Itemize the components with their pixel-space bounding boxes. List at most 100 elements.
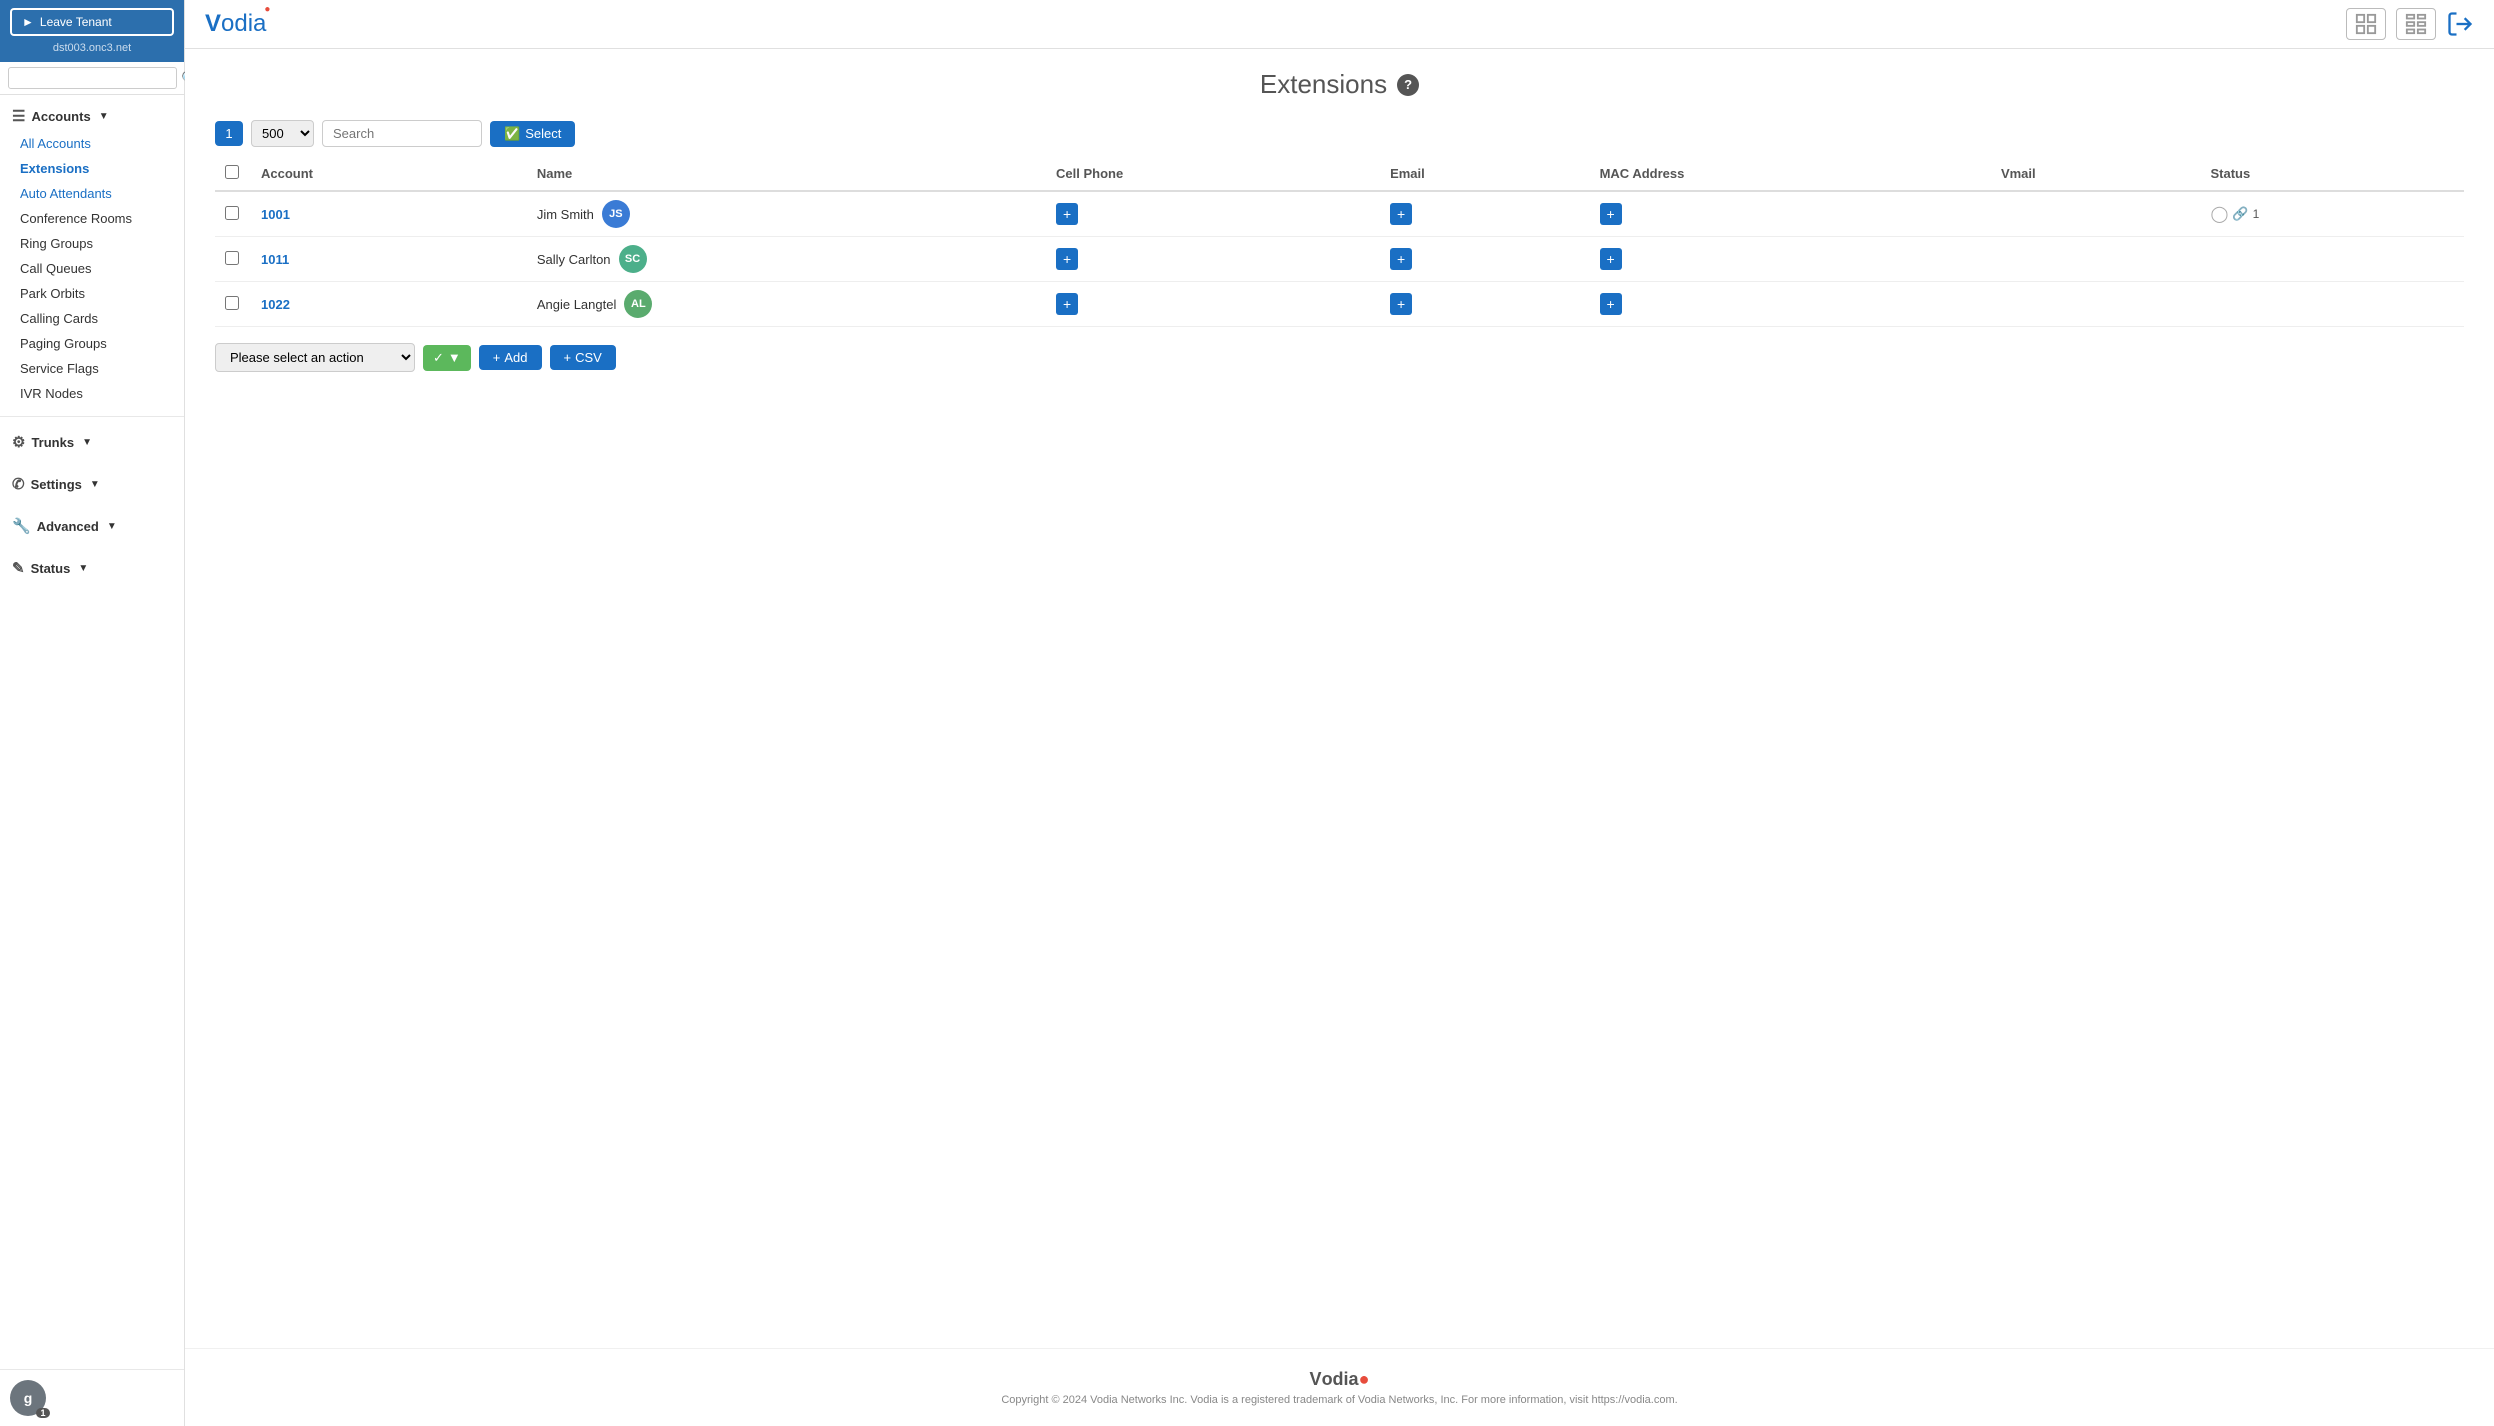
extensions-table: Account Name Cell Phone Email MAC Addres… — [215, 157, 2464, 327]
add-email-1011[interactable]: + — [1390, 248, 1412, 270]
advanced-icon: 🔧 — [12, 517, 31, 535]
row-checkbox-1001[interactable] — [225, 206, 239, 220]
accounts-icon: ☰ — [12, 107, 25, 125]
row-cell-phone-1022: + — [1046, 282, 1380, 327]
footer-logo-dot: ● — [1359, 1369, 1370, 1389]
sidebar-item-paging-groups[interactable]: Paging Groups — [0, 331, 184, 356]
row-vmail-1001 — [1991, 191, 2201, 237]
row-email-1001: + — [1380, 191, 1590, 237]
row-checkbox-cell — [215, 282, 251, 327]
logo-dot-icon: ● — [264, 4, 270, 15]
sidebar-item-conference-rooms[interactable]: Conference Rooms — [0, 206, 184, 231]
row-account-cell: 1011 — [251, 237, 527, 282]
add-cell-phone-1001[interactable]: + — [1056, 203, 1078, 225]
status-icons-1001: ◯ 🔗 1 — [2210, 204, 2454, 224]
add-cell-phone-1011[interactable]: + — [1056, 248, 1078, 270]
sidebar-item-call-queues[interactable]: Call Queues — [0, 256, 184, 281]
page-footer: Vodia● Copyright © 2024 Vodia Networks I… — [185, 1348, 2494, 1426]
sidebar-trunks-group[interactable]: ⚙ Trunks ▼ — [0, 427, 184, 457]
main-content: Extensions ? 1 500 100 250 1000 ✅ Select — [185, 49, 2494, 1348]
row-name-cell: Jim Smith JS — [527, 191, 1046, 237]
row-cell-phone-1001: + — [1046, 191, 1380, 237]
add-email-1001[interactable]: + — [1390, 203, 1412, 225]
apply-caret: ▼ — [448, 350, 461, 365]
row-checkbox-1022[interactable] — [225, 296, 239, 310]
logout-button[interactable] — [2446, 10, 2474, 38]
col-mac-address: MAC Address — [1590, 157, 1991, 191]
col-checkbox — [215, 157, 251, 191]
logout-icon — [2446, 10, 2474, 38]
sidebar-item-service-flags[interactable]: Service Flags — [0, 356, 184, 381]
row-vmail-1022 — [1991, 282, 2201, 327]
footer-logo-v: V — [1310, 1369, 1322, 1389]
action-select[interactable]: Please select an action — [215, 343, 415, 372]
select-checkmark-icon: ✅ — [504, 126, 520, 142]
status-circle-icon-1001: ◯ — [2210, 204, 2228, 224]
search-input[interactable] — [322, 120, 482, 147]
leave-tenant-button[interactable]: ► Leave Tenant — [10, 8, 174, 36]
sidebar-search-input[interactable] — [8, 67, 177, 89]
add-button[interactable]: + Add — [479, 345, 542, 370]
apply-button[interactable]: ✓ ▼ — [423, 345, 471, 371]
add-mac-1001[interactable]: + — [1600, 203, 1622, 225]
sidebar-item-ivr-nodes[interactable]: IVR Nodes — [0, 381, 184, 406]
sidebar-status-group[interactable]: ✎ Status ▼ — [0, 553, 184, 583]
select-button[interactable]: ✅ Select — [490, 121, 575, 147]
sidebar-item-calling-cards[interactable]: Calling Cards — [0, 306, 184, 331]
logo: V odia● — [205, 10, 266, 38]
col-status: Status — [2200, 157, 2464, 191]
sidebar-settings-group[interactable]: ✆ Settings ▼ — [0, 469, 184, 499]
table-row: 1022 Angie Langtel AL + + — [215, 282, 2464, 327]
sidebar-search-area: 🔍 — [0, 62, 184, 95]
account-link-1001[interactable]: 1001 — [261, 207, 290, 222]
name-text-1011: Sally Carlton — [537, 252, 611, 267]
add-email-1022[interactable]: + — [1390, 293, 1412, 315]
add-label: Add — [504, 350, 527, 365]
row-status-1022 — [2200, 282, 2464, 327]
sidebar-item-ring-groups[interactable]: Ring Groups — [0, 231, 184, 256]
advanced-chevron-icon: ▼ — [107, 521, 117, 532]
add-cell-phone-1022[interactable]: + — [1056, 293, 1078, 315]
sidebar-advanced-group[interactable]: 🔧 Advanced ▼ — [0, 511, 184, 541]
per-page-select[interactable]: 500 100 250 1000 — [251, 120, 314, 147]
csv-button[interactable]: + CSV — [550, 345, 616, 370]
col-email: Email — [1380, 157, 1590, 191]
row-mac-1001: + — [1590, 191, 1991, 237]
row-status-1011 — [2200, 237, 2464, 282]
sidebar-item-all-accounts[interactable]: All Accounts — [0, 131, 184, 156]
trunks-icon: ⚙ — [12, 433, 25, 451]
select-all-checkbox[interactable] — [225, 165, 239, 179]
col-cell-phone: Cell Phone — [1046, 157, 1380, 191]
sidebar-status-section: ✎ Status ▼ — [0, 547, 184, 589]
user-avatar[interactable]: g 1 — [10, 1380, 46, 1416]
name-text-1022: Angie Langtel — [537, 297, 617, 312]
arrow-left-icon: ► — [22, 15, 34, 29]
user-initial: g — [24, 1390, 33, 1406]
page-number-button[interactable]: 1 — [215, 121, 243, 146]
sidebar-accounts-group[interactable]: ☰ Accounts ▼ — [0, 101, 184, 131]
tenant-name: dst003.onc3.net — [10, 42, 174, 54]
csv-label: CSV — [575, 350, 602, 365]
apply-icon: ✓ — [433, 350, 444, 366]
table-header-row: Account Name Cell Phone Email MAC Addres… — [215, 157, 2464, 191]
row-checkbox-1011[interactable] — [225, 251, 239, 265]
sidebar-item-extensions[interactable]: Extensions — [0, 156, 184, 181]
account-link-1011[interactable]: 1011 — [261, 252, 289, 267]
account-link-1022[interactable]: 1022 — [261, 297, 290, 312]
add-mac-1011[interactable]: + — [1600, 248, 1622, 270]
sidebar-advanced-section: 🔧 Advanced ▼ — [0, 505, 184, 547]
table-body: 1001 Jim Smith JS + + — [215, 191, 2464, 327]
table-header: Account Name Cell Phone Email MAC Addres… — [215, 157, 2464, 191]
sidebar-item-auto-attendants[interactable]: Auto Attendants — [0, 181, 184, 206]
status-count-1001: 1 — [2253, 207, 2260, 221]
page-title-row: Extensions ? — [215, 69, 2464, 100]
help-icon-button[interactable]: ? — [1397, 74, 1419, 96]
name-text-1001: Jim Smith — [537, 207, 594, 222]
select-label: Select — [525, 126, 561, 141]
status-icon: ✎ — [12, 559, 25, 577]
grid-view-button[interactable] — [2346, 8, 2386, 40]
sidebar-item-park-orbits[interactable]: Park Orbits — [0, 281, 184, 306]
add-mac-1022[interactable]: + — [1600, 293, 1622, 315]
list-view-button[interactable] — [2396, 8, 2436, 40]
status-link-icon-1001: 🔗 — [2232, 206, 2248, 222]
